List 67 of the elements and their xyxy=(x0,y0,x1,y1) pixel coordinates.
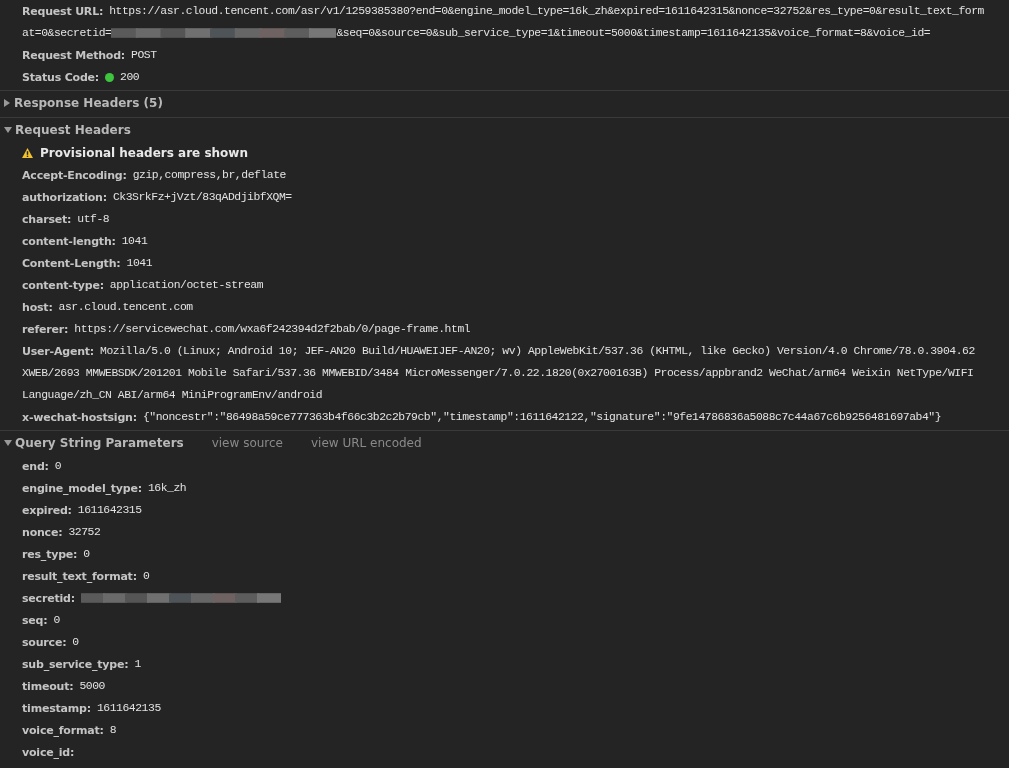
header-name: timestamp: xyxy=(22,701,91,715)
header-name: source: xyxy=(22,635,67,649)
section-title[interactable]: Query String Parameters xyxy=(15,436,184,450)
header-name: res_type: xyxy=(22,547,78,561)
header-name: charset: xyxy=(22,212,72,226)
status-dot-icon xyxy=(105,72,115,82)
header-name: User-Agent: xyxy=(22,344,95,358)
header-value: 1611642315 xyxy=(77,504,142,516)
header-name: authorization: xyxy=(22,190,107,204)
header-value: https://asr.cloud.tencent.com/asr/v1/1259385380?end=0&engine_model_type=16k_zh&expired=1611642315&nonce=32752&res_type=0&result_text_form xyxy=(109,5,984,17)
header-value: 0 xyxy=(83,548,90,560)
header-value: https://servicewechat.com/wxa6f242394d2f2bab/0/page-frame.html xyxy=(74,323,471,335)
section-title[interactable]: Response Headers (5) xyxy=(14,96,163,110)
header-value: POST xyxy=(131,49,157,61)
header-value: gzip,compress,br,deflate xyxy=(132,169,286,181)
header-value: {"noncestr":"86498a59ce777363b4f66c3b2c2b79cb","timestamp":1611642122,"signature":"9fe14786836a5088c7c44a67c6b9256481697ab4"} xyxy=(142,411,942,423)
header-value: 5000 xyxy=(79,680,105,692)
warning-icon xyxy=(22,148,33,158)
header-value: 1041 xyxy=(126,257,153,269)
header-name: x-wechat-hostsign: xyxy=(22,410,137,424)
header-value: utf-8 xyxy=(77,213,110,225)
header-value: Ck3SrkFz+jVzt/83qADdjibfXQM= xyxy=(112,191,292,203)
warning-text: Provisional headers are shown xyxy=(40,146,248,160)
header-name: expired: xyxy=(22,503,72,517)
header-value: 16k_zh xyxy=(147,482,187,494)
header-value: 0 xyxy=(72,636,79,648)
header-name: content-type: xyxy=(22,278,104,292)
header-name: Request Method: xyxy=(22,48,126,62)
header-name: content-length: xyxy=(22,234,116,248)
header-value: XWEB/2693 MMWEBSDK/201201 Mobile Safari/537.36 MMWEBID/3484 MicroMessenger/7.0.22.1820(0x2700163B) Process/appbrand2 WeChat/arm64 Weixin NetType/WIFI xyxy=(22,367,974,379)
header-name: sub_service_type: xyxy=(22,657,129,671)
header-value: 0 xyxy=(142,570,150,582)
header-value: application/octet-stream xyxy=(109,279,264,291)
header-value: &seq=0&source=0&sub_service_type=1&timeout=5000&timestamp=1611642135&voice_format=8&voice_id= xyxy=(336,27,931,39)
view-link[interactable]: view source xyxy=(211,436,283,450)
collapse-triangle-icon[interactable] xyxy=(4,127,12,133)
header-name: Request URL: xyxy=(22,4,104,18)
header-name: end: xyxy=(22,459,49,473)
header-value: 1611642135 xyxy=(96,702,161,714)
header-name: Accept-Encoding: xyxy=(22,168,127,182)
header-name: referer: xyxy=(22,322,69,336)
section-title[interactable]: Request Headers xyxy=(15,123,131,137)
view-link[interactable]: view URL encoded xyxy=(311,436,422,450)
header-value: 1041 xyxy=(121,235,148,247)
header-name: Content-Length: xyxy=(22,256,121,270)
header-name: result_text_format: xyxy=(22,569,137,583)
header-value: 200 xyxy=(120,71,140,83)
header-name: voice_format: xyxy=(22,723,104,737)
header-name: Status Code: xyxy=(22,70,100,84)
header-value: 8 xyxy=(109,724,117,736)
header-value: 0 xyxy=(53,614,60,626)
header-value: at=0&secretid= xyxy=(22,27,112,39)
collapse-triangle-icon[interactable] xyxy=(4,440,12,446)
header-name: voice_id: xyxy=(22,745,75,759)
header-value: asr.cloud.tencent.com xyxy=(58,301,193,313)
header-value: 32752 xyxy=(68,526,101,538)
header-name: engine_model_type: xyxy=(22,481,142,495)
header-value: 1 xyxy=(134,658,141,670)
header-value: 0 xyxy=(54,460,62,472)
header-name: nonce: xyxy=(22,525,63,539)
header-value: Language/zh_CN ABI/arm64 MiniProgramEnv/android xyxy=(22,389,323,401)
header-name: timeout: xyxy=(22,679,74,693)
header-name: secretid: xyxy=(22,591,75,605)
header-name: seq: xyxy=(22,613,48,627)
header-name: host: xyxy=(22,300,53,314)
expand-triangle-icon[interactable] xyxy=(4,99,10,107)
header-value: Mozilla/5.0 (Linux; Android 10; JEF-AN20 Build/HUAWEIJEF-AN20; wv) AppleWebKit/537.36 (KHTML, like Gecko) Version/4.0 Chrome/78.0.3904.62 xyxy=(100,345,975,357)
